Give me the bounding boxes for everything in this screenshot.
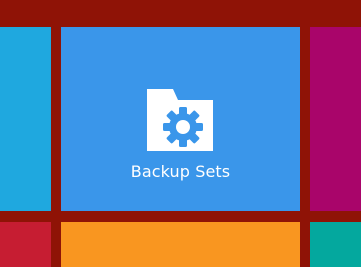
tile-left-blue[interactable]	[0, 27, 51, 211]
tile-bottom-teal[interactable]	[310, 222, 361, 267]
tile-right-magenta[interactable]	[310, 27, 361, 211]
folder-gear-icon	[147, 89, 213, 151]
tile-label: Backup Sets	[130, 162, 231, 181]
tile-bottom-red[interactable]	[0, 222, 51, 267]
tile-bottom-orange[interactable]	[61, 222, 300, 267]
tile-backup-sets[interactable]: Backup Sets	[61, 27, 300, 211]
start-screen: Backup Sets	[0, 0, 361, 267]
